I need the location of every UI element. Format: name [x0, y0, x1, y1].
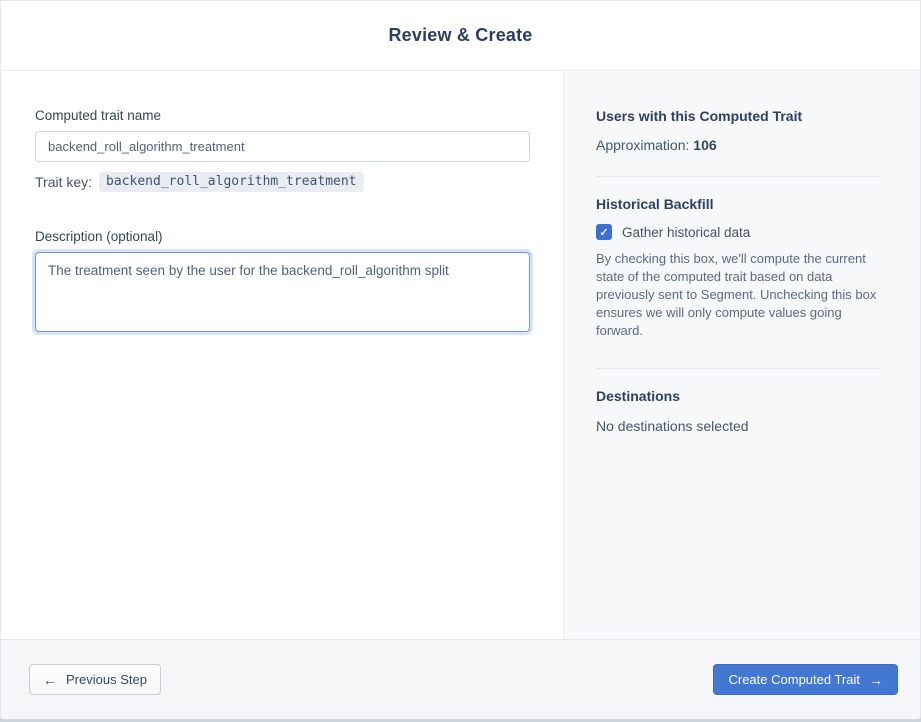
- body: Computed trait name Trait key: backend_r…: [1, 71, 920, 639]
- divider: [596, 368, 880, 369]
- approximation-label: Approximation:: [596, 137, 694, 153]
- trait-form: Computed trait name Trait key: backend_r…: [1, 71, 563, 639]
- description-textarea[interactable]: The treatment seen by the user for the b…: [35, 252, 530, 332]
- trait-key-row: Trait key: backend_roll_algorithm_treatm…: [35, 172, 563, 192]
- previous-step-label: Previous Step: [66, 672, 147, 687]
- summary-sidebar: Users with this Computed Trait Approxima…: [563, 71, 920, 639]
- create-computed-trait-button[interactable]: Create Computed Trait →: [713, 664, 898, 695]
- trait-key-badge: backend_roll_algorithm_treatment: [99, 172, 364, 192]
- previous-step-button[interactable]: ← Previous Step: [29, 664, 161, 695]
- backfill-checkbox-row: ✓ Gather historical data: [596, 224, 880, 240]
- forward-arrow-icon: →: [869, 671, 883, 688]
- approximation-line: Approximation: 106: [596, 137, 880, 153]
- trait-name-label: Computed trait name: [35, 108, 162, 123]
- description-label: Description (optional): [35, 229, 163, 244]
- create-trait-label: Create Computed Trait: [728, 672, 860, 687]
- checkmark-icon: ✓: [599, 226, 609, 239]
- approximation-value: 106: [693, 137, 717, 153]
- trait-name-input[interactable]: [35, 131, 530, 162]
- page-title: Review & Create: [388, 25, 533, 45]
- users-heading: Users with this Computed Trait: [596, 108, 803, 124]
- trait-key-label: Trait key:: [35, 174, 93, 190]
- header: Review & Create: [1, 1, 920, 71]
- destinations-empty-text: No destinations selected: [596, 418, 749, 434]
- review-create-panel: Review & Create Computed trait name Trai…: [0, 0, 921, 720]
- backfill-description: By checking this box, we'll compute the …: [596, 251, 877, 338]
- back-arrow-icon: ←: [43, 671, 57, 688]
- footer-actions: ← Previous Step Create Computed Trait →: [1, 639, 920, 719]
- backfill-checkbox-label[interactable]: Gather historical data: [622, 225, 750, 240]
- destinations-heading: Destinations: [596, 388, 681, 404]
- backfill-heading: Historical Backfill: [596, 196, 714, 212]
- backfill-checkbox[interactable]: ✓: [596, 224, 612, 240]
- divider: [596, 176, 880, 177]
